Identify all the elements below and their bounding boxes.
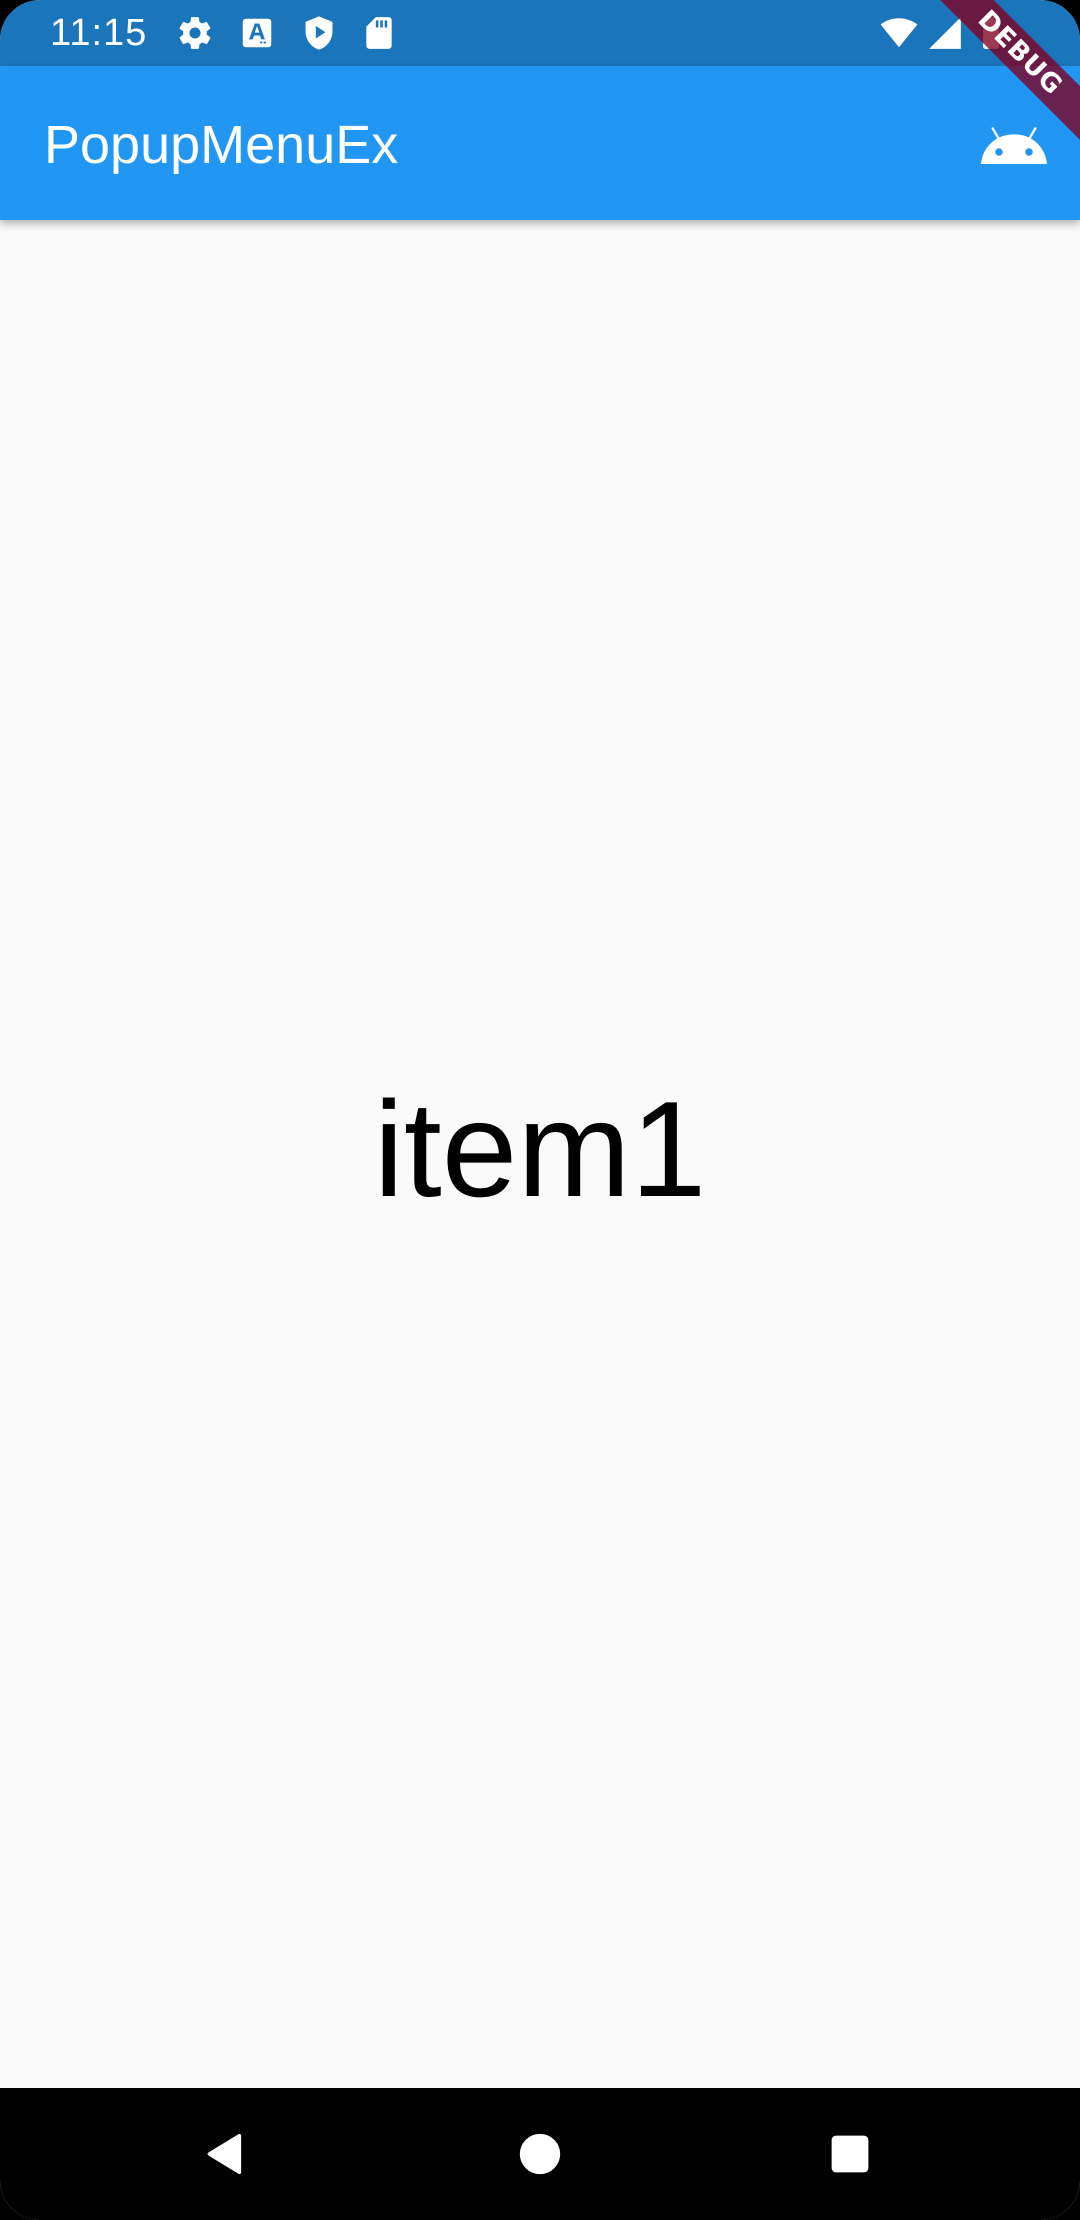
status-time: 11:15 [50,12,148,54]
navigation-bar [0,2088,1080,2220]
back-icon[interactable] [190,2118,262,2190]
sd-card-icon [360,14,398,52]
cell-signal-icon [926,14,964,52]
home-icon[interactable] [504,2118,576,2190]
status-bar: 11:15 [0,0,1080,66]
app-bar-title: PopupMenuEx [44,115,399,175]
app-screen: 11:15 DEBUG PopupMenuEx item1 [0,0,1080,2220]
selected-item-text: item1 [373,1073,707,1225]
font-a-icon [238,14,276,52]
app-bar: PopupMenuEx [0,66,1080,220]
android-icon[interactable] [978,110,1050,182]
recents-icon[interactable] [814,2118,886,2190]
play-shield-icon [300,14,338,52]
wifi-icon [880,14,918,52]
main-content: item1 [0,220,1080,2088]
gear-icon [176,14,214,52]
